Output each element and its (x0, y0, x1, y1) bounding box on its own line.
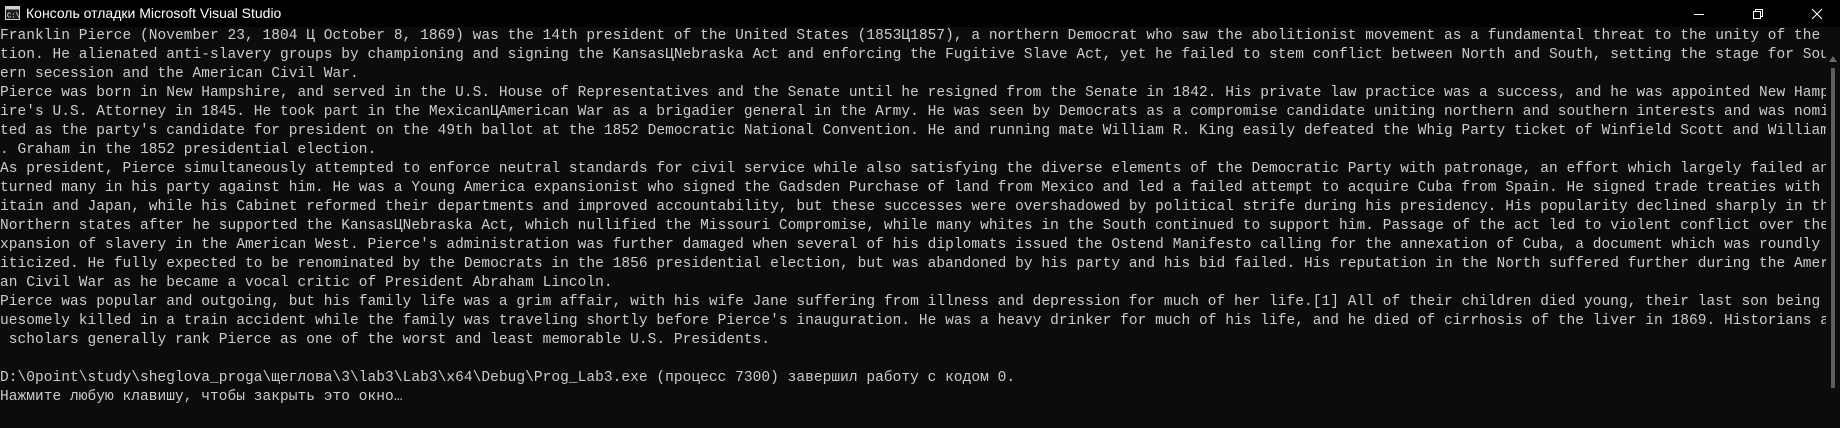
maximize-button[interactable] (1735, 0, 1781, 27)
console-line: tion. He alienated anti-slavery groups b… (0, 47, 1826, 63)
title-bar[interactable]: C:\ Консоль отладки Microsoft Visual Stu… (0, 0, 1840, 27)
console-line: iticized. He fully expected to be renomi… (0, 256, 1826, 272)
console-line: scholars generally rank Pierce as one of… (0, 332, 771, 348)
maximize-icon (1752, 8, 1764, 20)
console-app-icon: C:\ (5, 6, 20, 21)
console-line: xpansion of slavery in the American West… (0, 237, 1826, 253)
scroll-up-arrow-icon[interactable] (1828, 50, 1838, 62)
scrollbar-thumb[interactable] (1831, 68, 1835, 388)
console-prompt: Нажмите любую клавишу, чтобы закрыть это… (0, 389, 403, 405)
svg-text:C:\: C:\ (7, 13, 20, 21)
console-window: C:\ Консоль отладки Microsoft Visual Stu… (0, 0, 1840, 428)
console-line: As president, Pierce simultaneously atte… (0, 161, 1826, 177)
console-line: itain and Japan, while his Cabinet refor… (0, 199, 1826, 215)
console-line: ire's U.S. Attorney in 1845. He took par… (0, 104, 1826, 120)
console-line: ted as the party's candidate for preside… (0, 123, 1826, 139)
console-exit-message: D:\0point\study\sheglova_proga\щеглова\3… (0, 370, 1016, 386)
console-line: Pierce was born in New Hampshire, and se… (0, 85, 1826, 101)
close-icon (1811, 8, 1823, 20)
close-button[interactable] (1794, 0, 1840, 27)
console-output[interactable]: Franklin Pierce (November 23, 1804 Ц Oct… (0, 27, 1826, 428)
console-line: . Graham in the 1852 presidential electi… (0, 142, 377, 158)
console-line: Franklin Pierce (November 23, 1804 Ц Oct… (0, 28, 1826, 44)
minimize-icon (1693, 8, 1705, 20)
window-title: Консоль отладки Microsoft Visual Studio (26, 5, 282, 21)
console-line: an Civil War as he became a vocal critic… (0, 275, 613, 291)
console-line: Pierce was popular and outgoing, but his… (0, 294, 1826, 310)
console-line: uesomely killed in a train accident whil… (0, 313, 1826, 329)
console-line: Northern states after he supported the K… (0, 218, 1826, 234)
console-line: turned many in his party against him. He… (0, 180, 1826, 196)
minimize-button[interactable] (1676, 0, 1722, 27)
console-line: ern secession and the American Civil War… (0, 66, 359, 82)
